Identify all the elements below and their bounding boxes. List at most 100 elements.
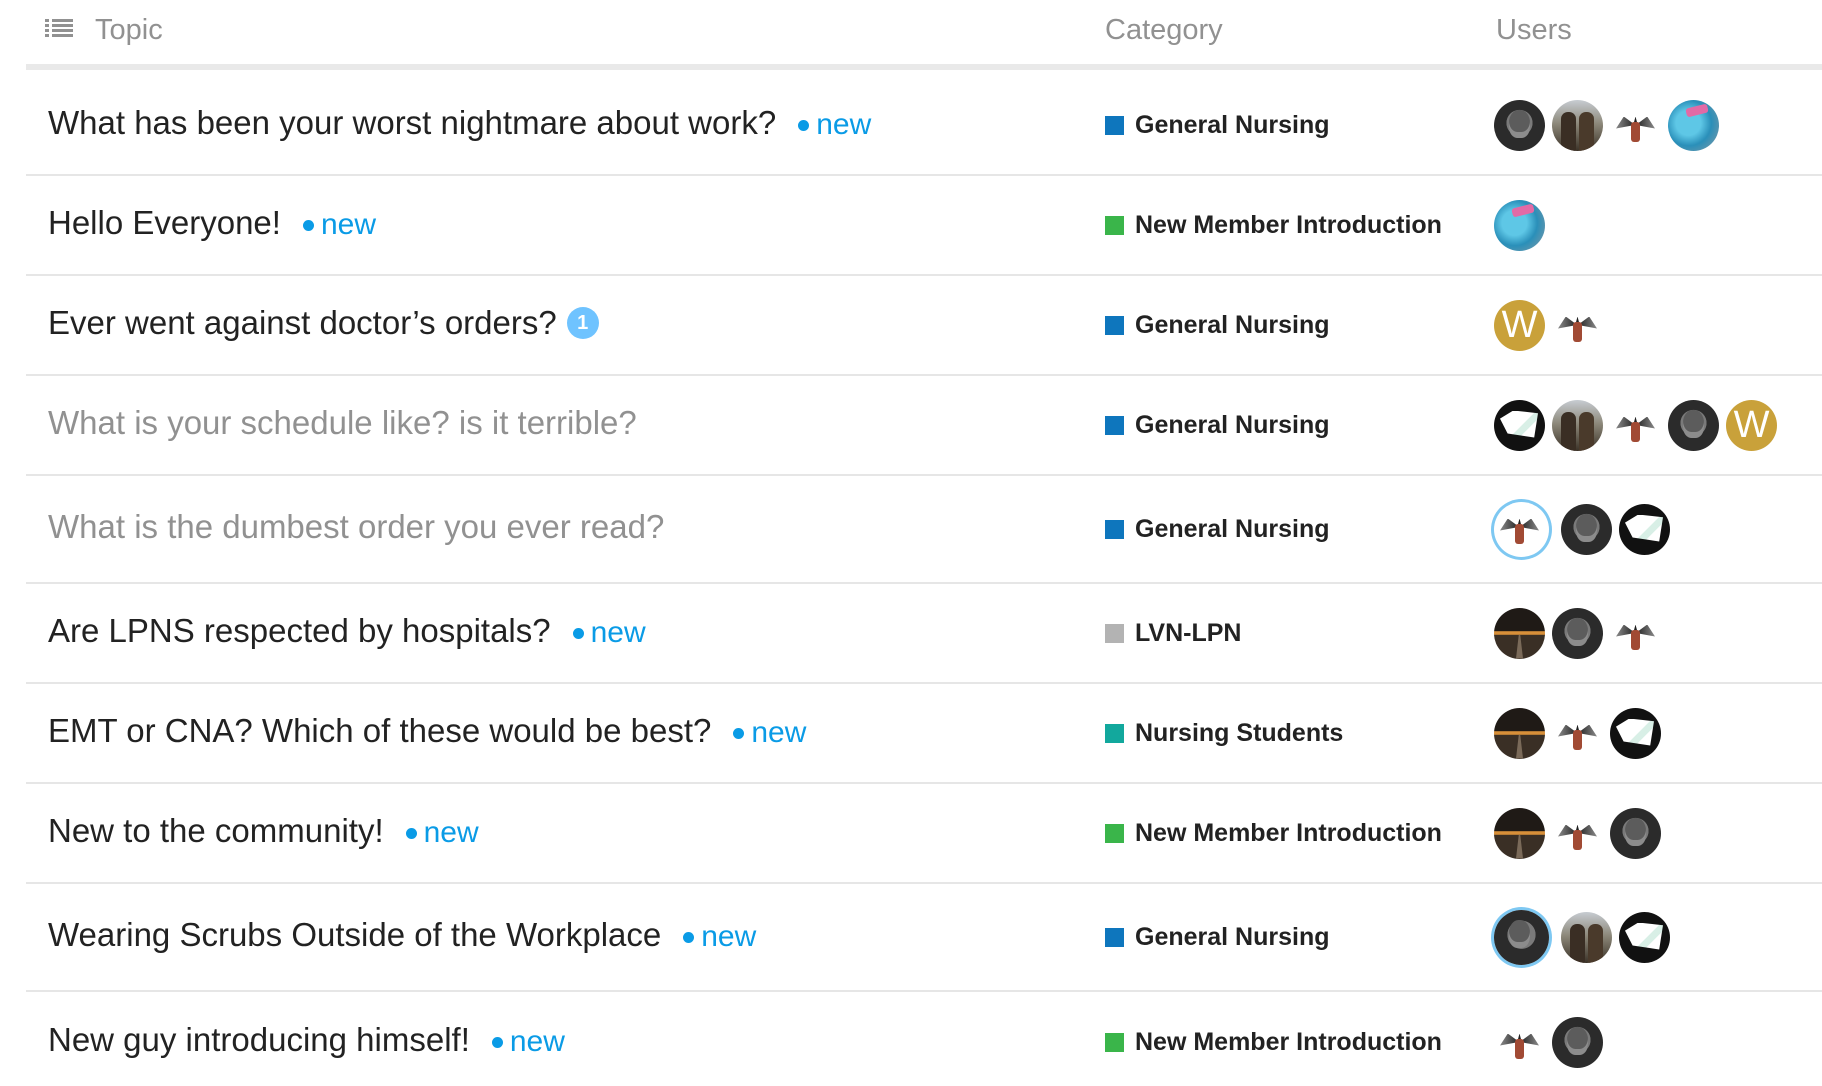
road-avatar[interactable] <box>1494 807 1545 859</box>
new-badge[interactable]: new <box>572 615 646 651</box>
topic-title-link[interactable]: New guy introducing himself! <box>48 1020 470 1060</box>
category-name: Nursing Students <box>1135 718 1344 747</box>
category-badge[interactable]: LVN-LPN <box>1105 584 1241 682</box>
new-label: new <box>590 616 646 649</box>
category-badge[interactable]: General Nursing <box>1105 76 1330 174</box>
wings-avatar[interactable] <box>1552 299 1603 351</box>
topic-row: Are LPNS respected by hospitals? new LVN… <box>26 584 1822 684</box>
new-badge[interactable]: new <box>683 919 756 955</box>
category-color-swatch <box>1105 623 1124 643</box>
wings-avatar[interactable] <box>1552 807 1603 859</box>
gorilla-avatar[interactable] <box>1494 99 1545 151</box>
new-label: new <box>423 816 479 849</box>
topic-posters <box>1494 584 1668 682</box>
category-badge[interactable]: General Nursing <box>1105 884 1330 990</box>
duo-avatar[interactable] <box>1561 911 1612 963</box>
topic-row: Hello Everyone! new New Member Introduct… <box>26 176 1822 276</box>
new-badge[interactable]: new <box>302 207 376 243</box>
letter-w-avatar[interactable]: W <box>1494 299 1545 351</box>
gorilla-avatar[interactable] <box>1610 807 1661 859</box>
category-badge[interactable]: General Nursing <box>1105 276 1330 374</box>
unread-count-badge[interactable]: 1 <box>566 307 599 339</box>
topic-row: Wearing Scrubs Outside of the Workplace … <box>26 884 1822 992</box>
category-color-swatch <box>1105 823 1124 843</box>
category-color-swatch <box>1105 1032 1124 1052</box>
topic-title-link[interactable]: What is the dumbest order you ever read? <box>48 507 664 547</box>
wings-avatar[interactable] <box>1610 399 1661 451</box>
topic-title-link[interactable]: Ever went against doctor’s orders? <box>48 303 557 343</box>
duo-avatar[interactable] <box>1552 399 1603 451</box>
users-column-header: Users <box>1496 14 1572 46</box>
new-label: new <box>320 208 376 241</box>
wings-avatar[interactable] <box>1610 99 1661 151</box>
category-badge[interactable]: General Nursing <box>1105 376 1330 474</box>
new-dot-icon <box>798 119 810 131</box>
category-badge[interactable]: New Member Introduction <box>1105 176 1442 274</box>
new-label: new <box>816 108 872 141</box>
topic-list-header: Topic Category Users <box>26 0 1822 70</box>
topic-title-link[interactable]: What is your schedule like? is it terrib… <box>48 403 637 443</box>
category-badge[interactable]: General Nursing <box>1105 476 1330 582</box>
topic-title-link[interactable]: Wearing Scrubs Outside of the Workplace <box>48 915 661 955</box>
wings-avatar[interactable] <box>1552 707 1603 759</box>
category-name: New Member Introduction <box>1135 1027 1442 1056</box>
list-icon[interactable] <box>45 17 73 39</box>
topic-posters <box>1494 784 1668 882</box>
road-avatar[interactable] <box>1494 607 1545 659</box>
category-name: LVN-LPN <box>1135 618 1242 647</box>
category-name: New Member Introduction <box>1135 210 1442 239</box>
new-dot-icon <box>683 931 695 943</box>
gorilla-avatar[interactable] <box>1561 503 1612 555</box>
new-badge[interactable]: new <box>405 815 479 851</box>
topic-posters <box>1494 992 1610 1086</box>
new-badge[interactable]: new <box>798 107 871 143</box>
topic-title-link[interactable]: What has been your worst nightmare about… <box>48 103 776 143</box>
category-name: General Nursing <box>1135 514 1330 543</box>
new-badge[interactable]: new <box>491 1024 565 1060</box>
category-name: General Nursing <box>1135 310 1330 339</box>
wings-avatar[interactable] <box>1494 501 1549 557</box>
topic-posters <box>1494 176 1552 274</box>
topic-list-page: Topic Category Users What has been your … <box>0 0 1822 1086</box>
new-dot-icon <box>302 219 314 231</box>
new-dot-icon <box>733 727 745 739</box>
category-name: New Member Introduction <box>1135 818 1442 847</box>
topic-row: What is your schedule like? is it terrib… <box>26 376 1822 476</box>
new-dot-icon <box>572 627 584 639</box>
map-avatar[interactable] <box>1494 399 1545 451</box>
category-color-swatch <box>1105 519 1124 539</box>
road-avatar[interactable] <box>1494 707 1545 759</box>
gorilla-avatar[interactable] <box>1668 399 1719 451</box>
wings-avatar[interactable] <box>1610 607 1661 659</box>
category-column-header[interactable]: Category <box>1105 13 1223 47</box>
category-name: General Nursing <box>1135 110 1330 139</box>
wings-avatar[interactable] <box>1494 1016 1545 1068</box>
category-badge[interactable]: Nursing Students <box>1105 684 1343 782</box>
topic-title-link[interactable]: Hello Everyone! <box>48 203 281 243</box>
category-badge[interactable]: New Member Introduction <box>1105 784 1442 882</box>
new-label: new <box>751 716 807 749</box>
category-color-swatch <box>1105 315 1124 335</box>
topic-row: Ever went against doctor’s orders? 1 Gen… <box>26 276 1822 376</box>
map-avatar[interactable] <box>1619 911 1670 963</box>
topic-title-link[interactable]: New to the community! <box>48 811 384 851</box>
category-color-swatch <box>1105 115 1124 135</box>
gorilla-avatar[interactable] <box>1494 909 1549 965</box>
map-avatar[interactable] <box>1610 707 1661 759</box>
blue-avatar[interactable] <box>1494 199 1545 251</box>
topic-title-link[interactable]: Are LPNS respected by hospitals? <box>48 611 551 651</box>
topic-posters <box>1494 884 1677 990</box>
gorilla-avatar[interactable] <box>1552 1016 1603 1068</box>
duo-avatar[interactable] <box>1552 99 1603 151</box>
topic-posters: W <box>1494 376 1784 474</box>
topic-title-link[interactable]: EMT or CNA? Which of these would be best… <box>48 711 711 751</box>
category-badge[interactable]: New Member Introduction <box>1105 992 1442 1086</box>
map-avatar[interactable] <box>1619 503 1670 555</box>
topic-column-header[interactable]: Topic <box>95 13 163 47</box>
letter-w-avatar[interactable]: W <box>1726 399 1777 451</box>
blue-avatar[interactable] <box>1668 99 1719 151</box>
topic-row: EMT or CNA? Which of these would be best… <box>26 684 1822 784</box>
gorilla-avatar[interactable] <box>1552 607 1603 659</box>
new-badge[interactable]: new <box>733 715 806 751</box>
category-color-swatch <box>1105 927 1124 947</box>
